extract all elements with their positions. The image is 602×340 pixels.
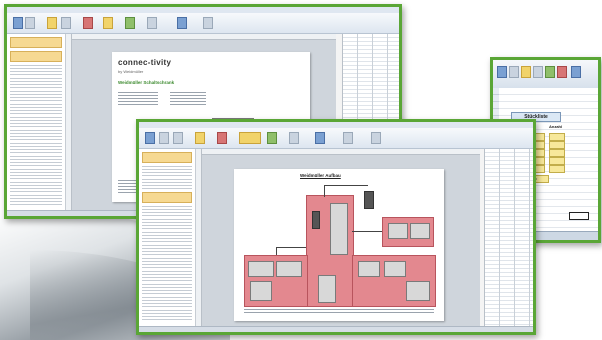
sidebar-item[interactable] <box>10 117 62 127</box>
ribbon-button[interactable] <box>289 132 299 144</box>
horizontal-ruler <box>196 149 480 155</box>
ribbon-button[interactable] <box>217 132 227 144</box>
sidebar-item[interactable] <box>142 271 192 281</box>
horizontal-ruler <box>66 34 336 40</box>
ribbon-button[interactable] <box>315 132 325 144</box>
ribbon-button[interactable] <box>103 17 113 29</box>
sidebar-item[interactable] <box>10 91 62 101</box>
connection-line <box>352 231 382 232</box>
cabinet-unit <box>330 203 348 255</box>
sidebar-item[interactable] <box>10 37 62 48</box>
sidebar-item[interactable] <box>142 166 192 176</box>
sidebar-tree[interactable] <box>139 149 196 332</box>
ribbon-toolbar[interactable] <box>7 13 399 34</box>
ribbon-button[interactable] <box>267 132 277 144</box>
ribbon-button[interactable] <box>83 17 93 29</box>
cabinet-unit <box>312 211 320 229</box>
connection-line <box>324 185 368 186</box>
ribbon-button[interactable] <box>195 132 205 144</box>
selected-cell[interactable] <box>569 212 589 220</box>
table-cell[interactable] <box>549 157 565 165</box>
ribbon-button[interactable] <box>159 132 169 144</box>
ribbon-button[interactable] <box>13 17 23 29</box>
ribbon-button[interactable] <box>177 17 187 29</box>
vertical-ruler <box>66 34 72 216</box>
sidebar-item[interactable] <box>10 156 62 166</box>
ribbon-button[interactable] <box>497 66 507 78</box>
sidebar-item[interactable] <box>10 51 62 62</box>
text-block <box>118 92 158 106</box>
sidebar-item[interactable] <box>10 143 62 153</box>
diagram-title: Weidmüller Aufbau <box>300 173 341 178</box>
excel-ribbon[interactable] <box>493 60 598 89</box>
ribbon-button[interactable] <box>61 17 71 29</box>
sidebar-item[interactable] <box>142 152 192 163</box>
drawing-canvas[interactable]: Weidmüller Aufbau <box>196 149 480 332</box>
sidebar-item[interactable] <box>10 195 62 205</box>
ribbon-button[interactable] <box>239 132 261 144</box>
sidebar-item[interactable] <box>10 78 62 88</box>
component-unit <box>388 223 408 239</box>
component-unit <box>318 275 336 303</box>
page-subtitle: Weidmüller Schaltschrank <box>118 80 175 85</box>
sidebar-item[interactable] <box>10 104 62 114</box>
component-unit <box>406 281 430 301</box>
properties-grid[interactable] <box>484 149 533 332</box>
ribbon-button[interactable] <box>47 17 57 29</box>
component-unit <box>248 261 274 277</box>
ribbon-button[interactable] <box>203 17 213 29</box>
component-unit <box>410 223 430 239</box>
sidebar-item[interactable] <box>142 310 192 320</box>
drawing-page[interactable]: Weidmüller Aufbau <box>234 169 444 321</box>
sidebar-item[interactable] <box>10 169 62 179</box>
status-bar <box>139 326 533 332</box>
ribbon-button[interactable] <box>147 17 157 29</box>
component-unit <box>358 261 380 277</box>
ribbon-button[interactable] <box>343 132 353 144</box>
column-header-anzahl: Anzahl <box>549 124 563 129</box>
ribbon-button[interactable] <box>145 132 155 144</box>
ribbon-button[interactable] <box>521 66 531 78</box>
sidebar-item[interactable] <box>10 182 62 192</box>
sidebar-item[interactable] <box>142 179 192 189</box>
table-cell[interactable] <box>549 141 565 149</box>
component-unit <box>384 261 406 277</box>
component-unit <box>276 261 302 277</box>
ribbon-button[interactable] <box>533 66 543 78</box>
component-unit <box>250 281 272 301</box>
ribbon-button[interactable] <box>509 66 519 78</box>
title-block <box>244 309 434 315</box>
brand-logo: connec-tivity <box>118 58 172 67</box>
sidebar-item[interactable] <box>142 284 192 294</box>
ribbon-button[interactable] <box>557 66 567 78</box>
table-cell[interactable] <box>549 165 565 173</box>
ribbon-button[interactable] <box>125 17 135 29</box>
connection-line <box>276 247 306 248</box>
ribbon-button[interactable] <box>545 66 555 78</box>
sidebar-item[interactable] <box>142 245 192 255</box>
text-block <box>170 92 206 106</box>
ribbon-toolbar[interactable] <box>139 128 533 149</box>
cabinet-unit <box>364 191 374 209</box>
window-cabinet-layout[interactable]: Weidmüller Aufbau <box>136 119 536 335</box>
sidebar-item[interactable] <box>10 65 62 75</box>
ribbon-button[interactable] <box>371 132 381 144</box>
connection-line <box>324 185 325 197</box>
vertical-ruler <box>196 149 202 332</box>
ribbon-button[interactable] <box>571 66 581 78</box>
sidebar-item[interactable] <box>142 219 192 229</box>
ribbon-button[interactable] <box>25 17 35 29</box>
sidebar-tree[interactable] <box>7 34 66 216</box>
sidebar-item[interactable] <box>142 258 192 268</box>
sidebar-item[interactable] <box>142 206 192 216</box>
sidebar-item[interactable] <box>142 297 192 307</box>
brand-logo-subtitle: by Weidmüller <box>118 69 144 74</box>
connection-line <box>276 247 277 255</box>
table-cell[interactable] <box>549 133 565 141</box>
table-cell[interactable] <box>549 149 565 157</box>
sidebar-item[interactable] <box>142 192 192 203</box>
sidebar-item[interactable] <box>10 130 62 140</box>
sidebar-item[interactable] <box>142 232 192 242</box>
ribbon-button[interactable] <box>173 132 183 144</box>
